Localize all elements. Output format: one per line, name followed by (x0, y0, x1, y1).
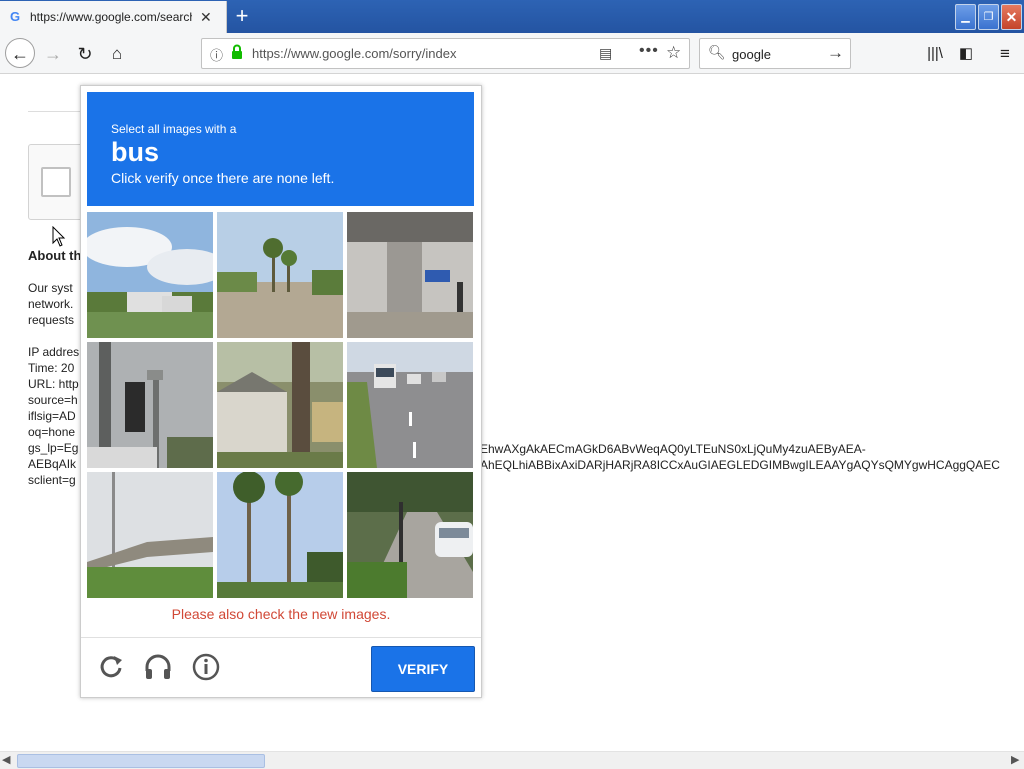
sidebar-icon[interactable]: ◧ (951, 39, 981, 69)
library-icon[interactable]: |||\ (920, 39, 950, 69)
captcha-header: Select all images with a bus Click verif… (87, 92, 474, 206)
scroll-right-icon[interactable]: ▶ (1011, 753, 1019, 766)
target-object: bus (111, 137, 160, 167)
search-icon: 🔍︎ (708, 44, 726, 60)
url-bar[interactable]: ⓘ https://www.google.com/sorry/index ▤ •… (201, 38, 690, 69)
horizontal-scrollbar[interactable]: ◀ ▶ (0, 751, 1024, 769)
minimize-button[interactable]: ▁ (955, 4, 976, 30)
home-button[interactable]: ⌂ (102, 39, 132, 69)
home-icon: ⌂ (111, 44, 123, 63)
url-fragment: EhwAXgAkAECmAGkD6ABvWeqAQ0yLTEuNS0xLjQuM… (480, 442, 866, 456)
image-grid (87, 212, 477, 602)
info-circle-icon[interactable] (191, 652, 221, 682)
mouse-cursor-icon (52, 226, 66, 247)
url-text[interactable]: https://www.google.com/sorry/index (252, 46, 456, 61)
reload-button[interactable]: ↻ (70, 39, 100, 69)
headphones-icon[interactable] (143, 652, 173, 682)
captcha-tile[interactable] (87, 212, 213, 338)
scroll-left-icon[interactable]: ◀ (2, 753, 10, 766)
google-favicon-icon: G (10, 9, 21, 24)
reader-icon[interactable]: ▤ (599, 45, 612, 62)
new-tab-button[interactable]: + (231, 5, 253, 27)
forward-icon: → (44, 44, 62, 64)
forward-button[interactable]: → (38, 39, 68, 69)
browser-tab[interactable]: G https://www.google.com/search? ✕ (0, 1, 227, 33)
tab-close-icon[interactable]: ✕ (200, 9, 212, 26)
maximize-button[interactable]: ❐ (978, 4, 999, 30)
captcha-tile[interactable] (87, 342, 213, 468)
captcha-tile[interactable] (217, 472, 343, 598)
star-icon[interactable]: ☆ (666, 43, 681, 63)
search-input[interactable]: google (732, 47, 771, 62)
divider (28, 111, 88, 112)
captcha-tile[interactable] (87, 472, 213, 598)
title-bar: G https://www.google.com/search? ✕ + ▁ ❐… (0, 0, 1024, 33)
menu-icon[interactable]: ≡ (990, 39, 1020, 69)
tab-title: https://www.google.com/search? (30, 10, 192, 24)
instruction-bottom: Click verify once there are none left. (111, 170, 335, 186)
captcha-error-message: Please also check the new images. (171, 606, 391, 622)
captcha-tile[interactable] (347, 342, 473, 468)
more-icon[interactable]: ••• (639, 42, 659, 60)
recaptcha-checkbox[interactable] (41, 167, 71, 197)
lock-icon (232, 44, 242, 59)
instruction-top: Select all images with a (111, 122, 237, 136)
back-icon: ← (11, 44, 29, 64)
captcha-tile[interactable] (347, 472, 473, 598)
reload-icon: ↻ (77, 44, 93, 64)
captcha-tile[interactable] (217, 342, 343, 468)
arrow-right-icon[interactable]: → (827, 43, 844, 63)
scrollbar-thumb[interactable] (17, 754, 265, 768)
captcha-challenge: Select all images with a bus Click verif… (80, 85, 482, 698)
back-button[interactable]: ← (5, 38, 35, 68)
url-fragment: AhEQLhiABBixAxiDARjHARjRA8ICCxAuGIAEGLED… (480, 458, 1000, 472)
captcha-tile[interactable] (217, 212, 343, 338)
close-window-button[interactable]: ✕ (1001, 4, 1022, 30)
captcha-footer: VERIFY (81, 637, 481, 698)
search-bar[interactable]: 🔍︎ google → (699, 38, 851, 69)
verify-button[interactable]: VERIFY (371, 646, 475, 692)
refresh-icon[interactable] (96, 652, 126, 682)
navigation-toolbar: ← → ↻ ⌂ ⓘ https://www.google.com/sorry/i… (0, 33, 1024, 74)
info-icon[interactable]: ⓘ (210, 45, 223, 64)
captcha-tile[interactable] (347, 212, 473, 338)
